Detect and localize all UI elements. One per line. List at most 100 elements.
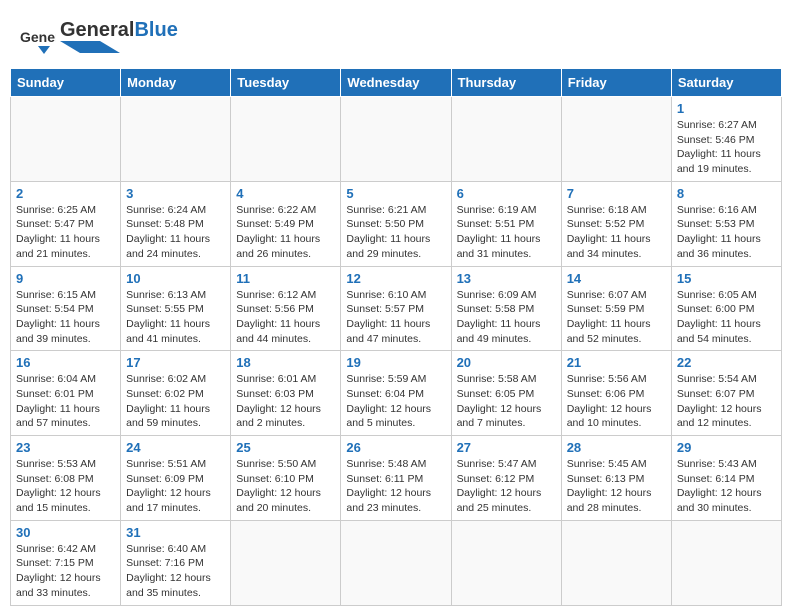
calendar-cell: 13 Sunrise: 6:09 AM Sunset: 5:58 PM Dayli… xyxy=(451,266,561,351)
calendar-cell: 9 Sunrise: 6:15 AM Sunset: 5:54 PM Daylig… xyxy=(11,266,121,351)
day-info: Sunrise: 6:21 AM Sunset: 5:50 PM Dayligh… xyxy=(346,203,445,262)
calendar-cell: 23Sunrise: 5:53 AM Sunset: 6:08 PM Dayli… xyxy=(11,436,121,521)
day-number: 1 xyxy=(677,101,776,116)
day-number: 31 xyxy=(126,525,225,540)
day-number: 4 xyxy=(236,186,335,201)
calendar-cell: 14 Sunrise: 6:07 AM Sunset: 5:59 PM Dayli… xyxy=(561,266,671,351)
day-info: Sunrise: 6:01 AM Sunset: 6:03 PM Dayligh… xyxy=(236,372,335,431)
calendar-cell xyxy=(561,97,671,182)
calendar-cell: 25Sunrise: 5:50 AM Sunset: 6:10 PM Dayli… xyxy=(231,436,341,521)
day-info: Sunrise: 5:45 AM Sunset: 6:13 PM Dayligh… xyxy=(567,457,666,516)
calendar-cell xyxy=(231,97,341,182)
calendar-cell: 19 Sunrise: 5:59 AM Sunset: 6:04 PM Dayli… xyxy=(341,351,451,436)
day-number: 7 xyxy=(567,186,666,201)
day-info: Sunrise: 6:40 AM Sunset: 7:16 PM Dayligh… xyxy=(126,542,225,601)
day-info: Sunrise: 6:16 AM Sunset: 5:53 PM Dayligh… xyxy=(677,203,776,262)
day-info: Sunrise: 5:59 AM Sunset: 6:04 PM Dayligh… xyxy=(346,372,445,431)
calendar-cell: 30Sunrise: 6:42 AM Sunset: 7:15 PM Dayli… xyxy=(11,520,121,605)
day-info: Sunrise: 6:12 AM Sunset: 5:56 PM Dayligh… xyxy=(236,288,335,347)
day-info: Sunrise: 6:15 AM Sunset: 5:54 PM Dayligh… xyxy=(16,288,115,347)
day-number: 27 xyxy=(457,440,556,455)
calendar-cell xyxy=(451,520,561,605)
day-number: 2 xyxy=(16,186,115,201)
day-number: 19 xyxy=(346,355,445,370)
weekday-header-tuesday: Tuesday xyxy=(231,69,341,97)
day-number: 9 xyxy=(16,271,115,286)
calendar-cell: 18Sunrise: 6:01 AM Sunset: 6:03 PM Dayli… xyxy=(231,351,341,436)
calendar-cell: 11 Sunrise: 6:12 AM Sunset: 5:56 PM Dayli… xyxy=(231,266,341,351)
day-info: Sunrise: 6:04 AM Sunset: 6:01 PM Dayligh… xyxy=(16,372,115,431)
day-info: Sunrise: 5:56 AM Sunset: 6:06 PM Dayligh… xyxy=(567,372,666,431)
calendar-cell: 3 Sunrise: 6:24 AM Sunset: 5:48 PM Daylig… xyxy=(121,181,231,266)
calendar-cell xyxy=(231,520,341,605)
day-number: 26 xyxy=(346,440,445,455)
day-number: 14 xyxy=(567,271,666,286)
calendar-cell xyxy=(121,97,231,182)
day-number: 28 xyxy=(567,440,666,455)
day-number: 11 xyxy=(236,271,335,286)
day-info: Sunrise: 5:43 AM Sunset: 6:14 PM Dayligh… xyxy=(677,457,776,516)
weekday-header-monday: Monday xyxy=(121,69,231,97)
day-info: Sunrise: 5:48 AM Sunset: 6:11 PM Dayligh… xyxy=(346,457,445,516)
day-info: Sunrise: 6:05 AM Sunset: 6:00 PM Dayligh… xyxy=(677,288,776,347)
day-number: 15 xyxy=(677,271,776,286)
day-info: Sunrise: 6:02 AM Sunset: 6:02 PM Dayligh… xyxy=(126,372,225,431)
day-info: Sunrise: 6:22 AM Sunset: 5:49 PM Dayligh… xyxy=(236,203,335,262)
calendar-week-3: 9 Sunrise: 6:15 AM Sunset: 5:54 PM Daylig… xyxy=(11,266,782,351)
day-info: Sunrise: 6:07 AM Sunset: 5:59 PM Dayligh… xyxy=(567,288,666,347)
day-info: Sunrise: 6:25 AM Sunset: 5:47 PM Dayligh… xyxy=(16,203,115,262)
calendar-cell: 29 Sunrise: 5:43 AM Sunset: 6:14 PM Dayli… xyxy=(671,436,781,521)
calendar-cell: 31 Sunrise: 6:40 AM Sunset: 7:16 PM Dayli… xyxy=(121,520,231,605)
day-info: Sunrise: 6:13 AM Sunset: 5:55 PM Dayligh… xyxy=(126,288,225,347)
calendar-week-4: 16 Sunrise: 6:04 AM Sunset: 6:01 PM Dayli… xyxy=(11,351,782,436)
day-number: 10 xyxy=(126,271,225,286)
day-number: 22 xyxy=(677,355,776,370)
day-number: 17 xyxy=(126,355,225,370)
calendar-week-5: 23Sunrise: 5:53 AM Sunset: 6:08 PM Dayli… xyxy=(11,436,782,521)
calendar-cell: 28 Sunrise: 5:45 AM Sunset: 6:13 PM Dayli… xyxy=(561,436,671,521)
day-info: Sunrise: 6:09 AM Sunset: 5:58 PM Dayligh… xyxy=(457,288,556,347)
calendar-cell: 26 Sunrise: 5:48 AM Sunset: 6:11 PM Dayli… xyxy=(341,436,451,521)
day-info: Sunrise: 6:18 AM Sunset: 5:52 PM Dayligh… xyxy=(567,203,666,262)
day-info: Sunrise: 6:19 AM Sunset: 5:51 PM Dayligh… xyxy=(457,203,556,262)
calendar-cell xyxy=(11,97,121,182)
weekday-header-thursday: Thursday xyxy=(451,69,561,97)
day-number: 12 xyxy=(346,271,445,286)
weekday-header-friday: Friday xyxy=(561,69,671,97)
calendar-cell: 5 Sunrise: 6:21 AM Sunset: 5:50 PM Daylig… xyxy=(341,181,451,266)
calendar-cell: 1 Sunrise: 6:27 AM Sunset: 5:46 PM Daylig… xyxy=(671,97,781,182)
svg-text:General: General xyxy=(20,29,56,45)
calendar-cell xyxy=(341,520,451,605)
calendar-week-6: 30Sunrise: 6:42 AM Sunset: 7:15 PM Dayli… xyxy=(11,520,782,605)
calendar-cell: 6 Sunrise: 6:19 AM Sunset: 5:51 PM Daylig… xyxy=(451,181,561,266)
day-number: 6 xyxy=(457,186,556,201)
day-number: 5 xyxy=(346,186,445,201)
calendar-cell: 8 Sunrise: 6:16 AM Sunset: 5:53 PM Daylig… xyxy=(671,181,781,266)
calendar-week-1: 1 Sunrise: 6:27 AM Sunset: 5:46 PM Daylig… xyxy=(11,97,782,182)
day-number: 16 xyxy=(16,355,115,370)
day-info: Sunrise: 6:27 AM Sunset: 5:46 PM Dayligh… xyxy=(677,118,776,177)
calendar-cell xyxy=(451,97,561,182)
day-number: 25 xyxy=(236,440,335,455)
calendar-cell: 17 Sunrise: 6:02 AM Sunset: 6:02 PM Dayli… xyxy=(121,351,231,436)
weekday-header-wednesday: Wednesday xyxy=(341,69,451,97)
calendar-cell xyxy=(561,520,671,605)
calendar-cell xyxy=(671,520,781,605)
calendar-cell: 2 Sunrise: 6:25 AM Sunset: 5:47 PM Daylig… xyxy=(11,181,121,266)
calendar-cell: 20Sunrise: 5:58 AM Sunset: 6:05 PM Dayli… xyxy=(451,351,561,436)
day-number: 29 xyxy=(677,440,776,455)
logo: General GeneralBlue xyxy=(20,20,178,58)
weekday-header-saturday: Saturday xyxy=(671,69,781,97)
day-info: Sunrise: 5:58 AM Sunset: 6:05 PM Dayligh… xyxy=(457,372,556,431)
day-number: 3 xyxy=(126,186,225,201)
day-info: Sunrise: 6:10 AM Sunset: 5:57 PM Dayligh… xyxy=(346,288,445,347)
calendar-cell: 24Sunrise: 5:51 AM Sunset: 6:09 PM Dayli… xyxy=(121,436,231,521)
day-info: Sunrise: 5:47 AM Sunset: 6:12 PM Dayligh… xyxy=(457,457,556,516)
calendar-cell: 21Sunrise: 5:56 AM Sunset: 6:06 PM Dayli… xyxy=(561,351,671,436)
day-number: 13 xyxy=(457,271,556,286)
day-info: Sunrise: 6:24 AM Sunset: 5:48 PM Dayligh… xyxy=(126,203,225,262)
calendar-cell: 7 Sunrise: 6:18 AM Sunset: 5:52 PM Daylig… xyxy=(561,181,671,266)
weekday-header-row: SundayMondayTuesdayWednesdayThursdayFrid… xyxy=(11,69,782,97)
calendar-cell: 16 Sunrise: 6:04 AM Sunset: 6:01 PM Dayli… xyxy=(11,351,121,436)
day-number: 8 xyxy=(677,186,776,201)
